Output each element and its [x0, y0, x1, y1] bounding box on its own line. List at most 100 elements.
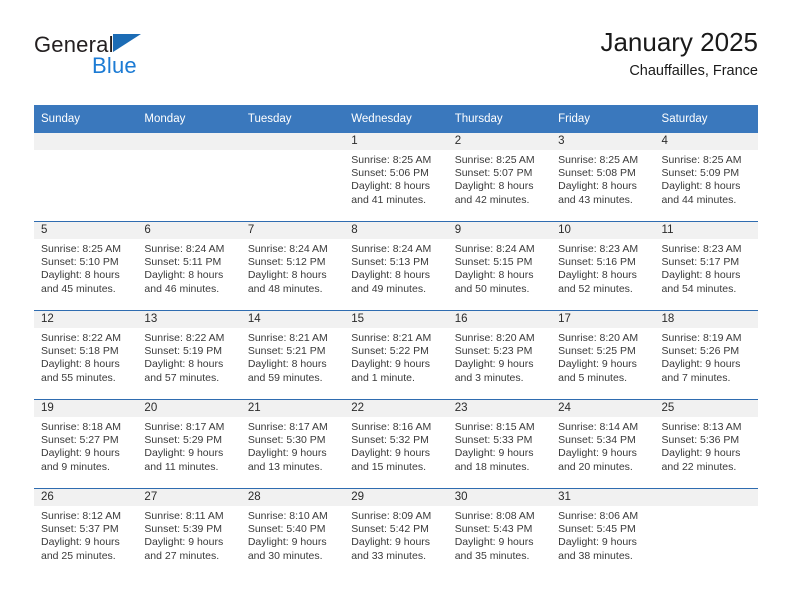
weekday-header-monday: Monday: [137, 105, 241, 133]
calendar-day-cell[interactable]: 2 Sunrise: 8:25 AM Sunset: 5:07 PM Daylight…: [447, 133, 552, 222]
weekday-header-friday: Friday: [551, 105, 655, 133]
sunset-time: Sunset: 5:21 PM: [247, 345, 326, 358]
day-number: 18: [654, 311, 758, 328]
sunset-time: Sunset: 5:40 PM: [247, 523, 326, 536]
sunset-time: Sunset: 5:13 PM: [351, 256, 429, 269]
daylight-duration-line1: Daylight: 8 hours: [247, 269, 327, 282]
sunset-time: Sunset: 5:37 PM: [41, 523, 119, 536]
calendar-day-cell[interactable]: 26 Sunrise: 8:12 AM Sunset: 5:37 PM Dayligh…: [34, 488, 138, 577]
daylight-duration-line1: Daylight: 9 hours: [661, 447, 741, 460]
day-number: [654, 489, 758, 506]
sunset-time: Sunset: 5:32 PM: [351, 434, 429, 447]
daylight-duration-line2: and 3 minutes.: [454, 371, 524, 384]
calendar-day-cell[interactable]: 4 Sunrise: 8:25 AM Sunset: 5:09 PM Daylight…: [654, 133, 758, 222]
day-details: Sunrise: 8:22 AM Sunset: 5:18 PM Daylight:…: [34, 328, 137, 385]
day-number: 17: [551, 311, 655, 328]
logo-triangle-icon: [113, 34, 141, 52]
day-details: Sunrise: 8:20 AM Sunset: 5:23 PM Daylight:…: [448, 328, 551, 385]
daylight-duration-line1: Daylight: 8 hours: [41, 269, 120, 282]
day-number: 11: [654, 222, 758, 239]
day-number: 21: [240, 400, 345, 417]
calendar-day-cell[interactable]: 31 Sunrise: 8:06 AM Sunset: 5:45 PM Dayligh…: [551, 488, 655, 577]
calendar-day-cell[interactable]: 25 Sunrise: 8:13 AM Sunset: 5:36 PM Dayligh…: [654, 399, 758, 489]
day-details: Sunrise: 8:25 AM Sunset: 5:09 PM Daylight:…: [655, 150, 758, 207]
day-details: Sunrise: 8:16 AM Sunset: 5:32 PM Daylight:…: [344, 417, 447, 474]
sunset-time: Sunset: 5:08 PM: [558, 167, 636, 180]
day-number: 29: [344, 489, 448, 506]
day-number: 9: [447, 222, 552, 239]
daylight-duration-line2: and 5 minutes.: [558, 371, 627, 384]
day-details: Sunrise: 8:17 AM Sunset: 5:30 PM Daylight:…: [241, 417, 344, 474]
daylight-duration-line1: Daylight: 9 hours: [351, 358, 431, 371]
sunrise-time: Sunrise: 8:13 AM: [661, 421, 742, 433]
calendar-day-cell[interactable]: 3 Sunrise: 8:25 AM Sunset: 5:08 PM Daylight…: [551, 133, 655, 222]
day-details: Sunrise: 8:24 AM Sunset: 5:13 PM Daylight:…: [344, 239, 447, 296]
calendar-day-cell[interactable]: 6 Sunrise: 8:24 AM Sunset: 5:11 PM Daylight…: [137, 221, 241, 311]
daylight-duration-line1: Daylight: 8 hours: [41, 358, 120, 371]
calendar-day-cell[interactable]: 21 Sunrise: 8:17 AM Sunset: 5:30 PM Dayligh…: [240, 399, 345, 489]
calendar-day-cell[interactable]: 28 Sunrise: 8:10 AM Sunset: 5:40 PM Dayligh…: [240, 488, 345, 577]
calendar-day-cell[interactable]: 7 Sunrise: 8:24 AM Sunset: 5:12 PM Daylight…: [240, 221, 345, 311]
calendar-day-cell[interactable]: 12 Sunrise: 8:22 AM Sunset: 5:18 PM Dayligh…: [34, 310, 138, 400]
general-blue-logo[interactable]: General Blue: [34, 32, 264, 92]
calendar-day-cell[interactable]: 27 Sunrise: 8:11 AM Sunset: 5:39 PM Dayligh…: [137, 488, 241, 577]
daylight-duration-line2: and 15 minutes.: [351, 460, 426, 473]
day-number: 14: [240, 311, 345, 328]
daylight-duration-line1: Daylight: 9 hours: [558, 358, 637, 371]
day-details: Sunrise: 8:25 AM Sunset: 5:06 PM Daylight:…: [344, 150, 447, 207]
sunrise-time: Sunrise: 8:24 AM: [454, 243, 535, 255]
calendar-day-cell[interactable]: 22 Sunrise: 8:16 AM Sunset: 5:32 PM Dayligh…: [344, 399, 448, 489]
daylight-duration-line1: Daylight: 8 hours: [558, 180, 637, 193]
calendar-day-cell[interactable]: 15 Sunrise: 8:21 AM Sunset: 5:22 PM Dayligh…: [344, 310, 448, 400]
calendar-day-cell[interactable]: 29 Sunrise: 8:09 AM Sunset: 5:42 PM Dayligh…: [344, 488, 448, 577]
sunset-time: Sunset: 5:36 PM: [661, 434, 740, 447]
calendar-day-cell[interactable]: 19 Sunrise: 8:18 AM Sunset: 5:27 PM Dayligh…: [34, 399, 138, 489]
calendar-day-cell[interactable]: 30 Sunrise: 8:08 AM Sunset: 5:43 PM Dayligh…: [447, 488, 552, 577]
sunrise-time: Sunrise: 8:08 AM: [454, 510, 535, 522]
day-number: 2: [447, 133, 552, 150]
daylight-duration-line1: Daylight: 9 hours: [351, 536, 431, 549]
sunrise-time: Sunrise: 8:25 AM: [41, 243, 121, 255]
day-number: 12: [34, 311, 138, 328]
calendar-day-cell[interactable]: 8 Sunrise: 8:24 AM Sunset: 5:13 PM Daylight…: [344, 221, 448, 311]
calendar-day-cell[interactable]: 24 Sunrise: 8:14 AM Sunset: 5:34 PM Dayligh…: [551, 399, 655, 489]
sunrise-time: Sunrise: 8:14 AM: [558, 421, 639, 433]
daylight-duration-line1: Daylight: 9 hours: [144, 447, 224, 460]
daylight-duration-line1: Daylight: 9 hours: [41, 536, 120, 549]
weekday-header-saturday: Saturday: [654, 105, 758, 133]
calendar-day-cell[interactable]: 1 Sunrise: 8:25 AM Sunset: 5:06 PM Daylight…: [344, 133, 448, 222]
daylight-duration-line2: and 20 minutes.: [558, 460, 633, 473]
calendar-week-row: 26 Sunrise: 8:12 AM Sunset: 5:37 PM Dayligh…: [34, 488, 758, 577]
calendar-day-cell[interactable]: 11 Sunrise: 8:23 AM Sunset: 5:17 PM Dayligh…: [654, 221, 758, 311]
day-details: Sunrise: 8:09 AM Sunset: 5:42 PM Daylight:…: [344, 506, 447, 563]
calendar-day-cell[interactable]: 18 Sunrise: 8:19 AM Sunset: 5:26 PM Dayligh…: [654, 310, 758, 400]
sunrise-time: Sunrise: 8:10 AM: [247, 510, 328, 522]
calendar-day-cell[interactable]: 5 Sunrise: 8:25 AM Sunset: 5:10 PM Daylight…: [34, 221, 138, 311]
calendar-day-cell[interactable]: 20 Sunrise: 8:17 AM Sunset: 5:29 PM Dayligh…: [137, 399, 241, 489]
sunset-time: Sunset: 5:39 PM: [144, 523, 223, 536]
sunrise-time: Sunrise: 8:09 AM: [351, 510, 432, 522]
calendar-day-cell-empty: [240, 133, 345, 222]
sunset-time: Sunset: 5:11 PM: [144, 256, 222, 269]
calendar-day-cell[interactable]: 13 Sunrise: 8:22 AM Sunset: 5:19 PM Dayligh…: [137, 310, 241, 400]
day-details: Sunrise: 8:11 AM Sunset: 5:39 PM Daylight:…: [137, 506, 240, 563]
daylight-duration-line2: and 35 minutes.: [454, 549, 530, 562]
calendar-day-cell[interactable]: 10 Sunrise: 8:23 AM Sunset: 5:16 PM Dayligh…: [551, 221, 655, 311]
day-number: 1: [344, 133, 448, 150]
day-details: Sunrise: 8:10 AM Sunset: 5:40 PM Daylight:…: [241, 506, 344, 563]
daylight-duration-line2: and 33 minutes.: [351, 549, 426, 562]
calendar-day-cell[interactable]: 23 Sunrise: 8:15 AM Sunset: 5:33 PM Dayligh…: [447, 399, 552, 489]
daylight-duration-line1: Daylight: 9 hours: [247, 447, 327, 460]
calendar-day-cell[interactable]: 17 Sunrise: 8:20 AM Sunset: 5:25 PM Dayligh…: [551, 310, 655, 400]
calendar-day-cell[interactable]: 9 Sunrise: 8:24 AM Sunset: 5:15 PM Daylight…: [447, 221, 552, 311]
sunset-time: Sunset: 5:18 PM: [41, 345, 119, 358]
daylight-duration-line1: Daylight: 9 hours: [454, 447, 534, 460]
page-header: General Blue January 2025 Chauffailles, …: [34, 27, 758, 98]
calendar-day-cell[interactable]: 16 Sunrise: 8:20 AM Sunset: 5:23 PM Dayligh…: [447, 310, 552, 400]
day-number: 6: [137, 222, 241, 239]
calendar-day-cell[interactable]: 14 Sunrise: 8:21 AM Sunset: 5:21 PM Dayligh…: [240, 310, 345, 400]
sunrise-time: Sunrise: 8:19 AM: [661, 332, 742, 344]
sunrise-time: Sunrise: 8:25 AM: [454, 154, 535, 166]
day-number: [34, 133, 138, 150]
daylight-duration-line1: Daylight: 8 hours: [351, 180, 431, 193]
